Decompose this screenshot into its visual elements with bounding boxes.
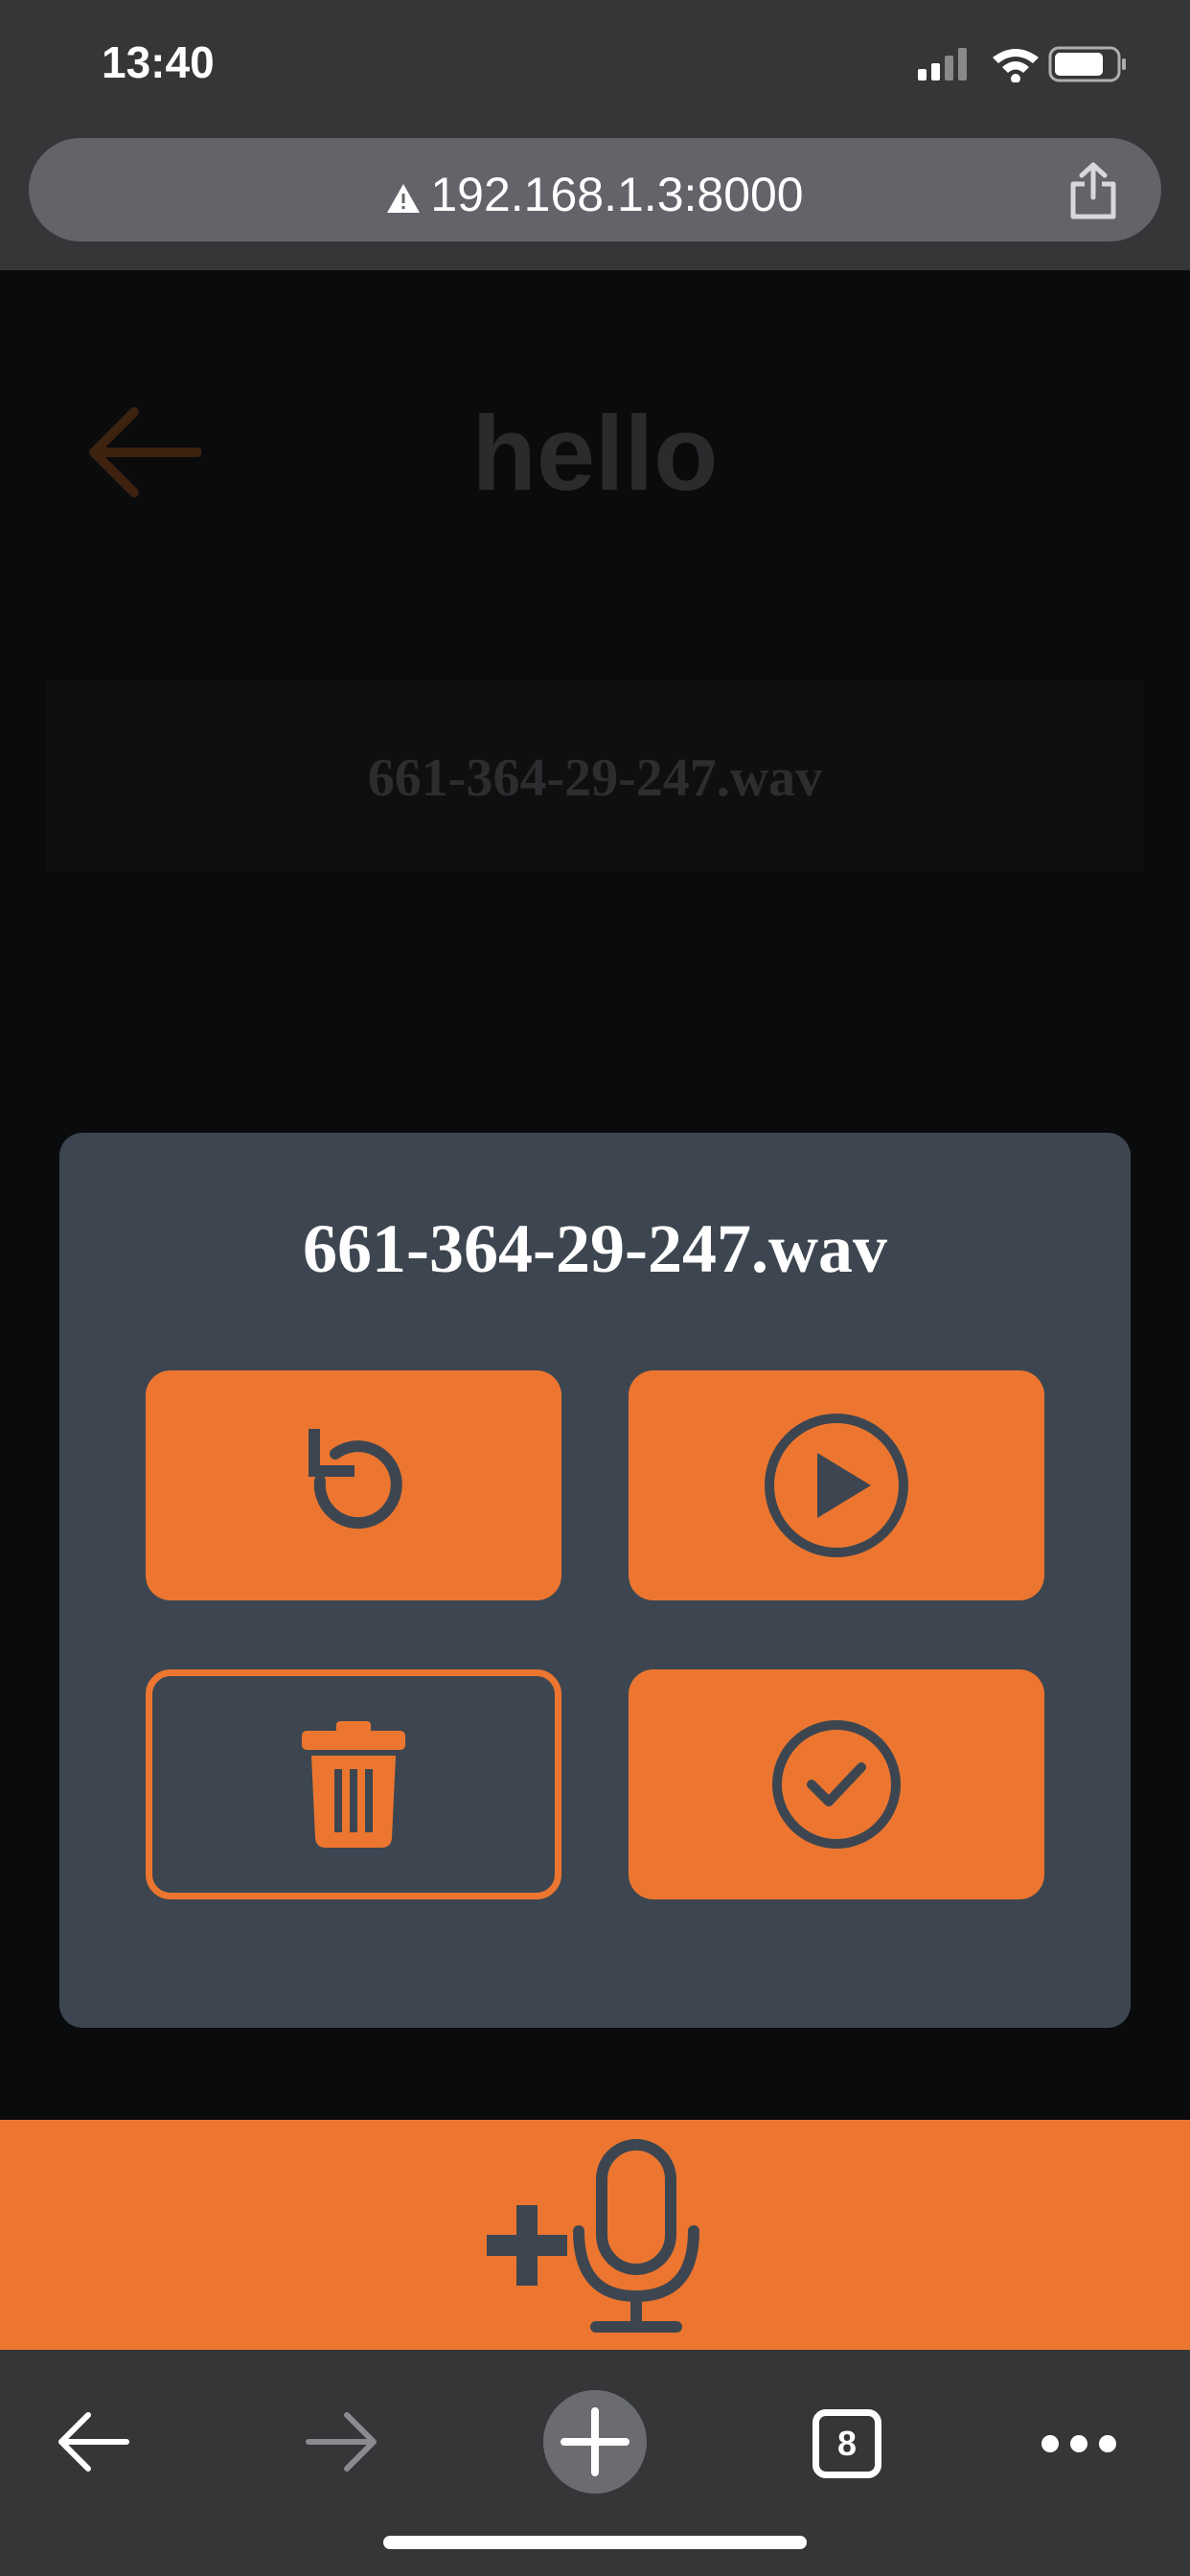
status-bar: 13:40 bbox=[0, 0, 1190, 130]
rotate-ccw-icon bbox=[309, 1429, 402, 1530]
trash-icon bbox=[302, 1721, 405, 1848]
re-record-button[interactable] bbox=[146, 1370, 561, 1600]
recording-options-modal: 661-364-29-247.wav bbox=[59, 1133, 1131, 2028]
modal-file-name: 661-364-29-247.wav bbox=[303, 1210, 887, 1287]
battery-icon bbox=[1048, 46, 1126, 82]
home-indicator[interactable] bbox=[383, 2536, 807, 2549]
play-circle-icon bbox=[765, 1414, 908, 1557]
warning-icon bbox=[387, 183, 421, 213]
status-icons bbox=[918, 46, 1126, 82]
plus-icon bbox=[561, 2407, 629, 2476]
signal-icon bbox=[918, 48, 967, 80]
recording-list-item[interactable]: 661-364-29-247.wav bbox=[46, 680, 1144, 872]
browser-forward-icon[interactable] bbox=[305, 2411, 379, 2472]
play-button[interactable] bbox=[629, 1370, 1044, 1600]
browser-address-area: 192.168.1.3:8000 bbox=[0, 130, 1190, 270]
browser-back-icon[interactable] bbox=[56, 2411, 130, 2472]
page-title: hello bbox=[471, 395, 719, 513]
status-time: 13:40 bbox=[102, 37, 215, 87]
check-circle-icon bbox=[772, 1720, 901, 1849]
tab-switcher-button[interactable]: 8 bbox=[812, 2409, 881, 2478]
more-options-icon[interactable] bbox=[1041, 2432, 1117, 2455]
add-microphone-icon bbox=[487, 2139, 699, 2333]
page-content: hello 661-364-29-247.wav 661-364-29-247.… bbox=[0, 270, 1190, 2120]
recording-file-label: 661-364-29-247.wav bbox=[367, 748, 823, 808]
wifi-icon bbox=[993, 49, 1039, 82]
url-text: 192.168.1.3:8000 bbox=[430, 168, 804, 221]
delete-button[interactable] bbox=[146, 1669, 561, 1899]
confirm-button[interactable] bbox=[629, 1669, 1044, 1899]
share-icon[interactable] bbox=[1067, 161, 1119, 220]
add-recording-button[interactable] bbox=[0, 2120, 1190, 2350]
new-tab-button[interactable] bbox=[543, 2390, 647, 2494]
address-bar[interactable]: 192.168.1.3:8000 bbox=[29, 138, 1161, 242]
